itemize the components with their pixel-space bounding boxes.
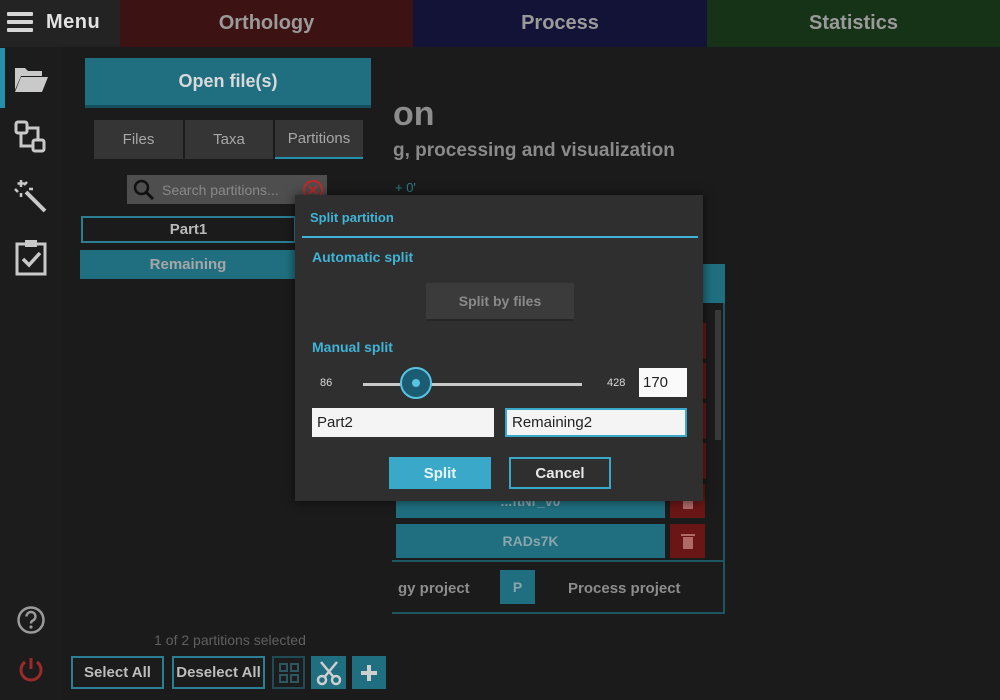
slider-max-label: 428 bbox=[607, 377, 626, 389]
project-row[interactable]: RADs7K bbox=[396, 524, 665, 558]
rail-open-folder-button[interactable] bbox=[0, 50, 62, 108]
split-button[interactable]: Split bbox=[389, 457, 491, 489]
main-subtitle: g, processing and visualization bbox=[393, 140, 675, 161]
row-delete-edge bbox=[703, 403, 706, 439]
projects-panel-header bbox=[702, 264, 725, 303]
tab-orthology[interactable]: Orthology bbox=[120, 0, 413, 47]
rail-statistics-button[interactable] bbox=[0, 228, 62, 286]
split-partition-dialog: Split partition Automatic split Split by… bbox=[295, 195, 703, 501]
partition-item[interactable]: Remaining bbox=[80, 250, 296, 279]
tab-statistics[interactable]: Statistics bbox=[707, 0, 1000, 47]
rail-process-button[interactable] bbox=[0, 168, 62, 226]
subtab-files[interactable]: Files bbox=[94, 120, 183, 159]
row-delete-edge bbox=[703, 443, 706, 479]
split-by-files-button[interactable]: Split by files bbox=[426, 283, 574, 321]
process-project-badge[interactable]: P bbox=[500, 570, 535, 604]
hamburger-icon bbox=[7, 12, 33, 32]
split-position-slider[interactable] bbox=[363, 383, 582, 386]
main-counter: + 0' bbox=[395, 180, 416, 195]
add-partition-button[interactable] bbox=[352, 656, 386, 689]
delete-project-button[interactable] bbox=[670, 524, 705, 558]
rail-power-button[interactable] bbox=[0, 641, 62, 699]
select-all-button[interactable]: Select All bbox=[71, 656, 164, 689]
power-icon bbox=[19, 658, 43, 682]
partition-search-input[interactable] bbox=[162, 175, 290, 204]
remaining-partition-name-field[interactable] bbox=[505, 408, 687, 437]
subtab-partitions[interactable]: Partitions bbox=[275, 120, 363, 159]
menu-label: Menu bbox=[46, 11, 101, 33]
split-partition-button[interactable] bbox=[311, 656, 346, 689]
folder-open-icon bbox=[15, 68, 48, 92]
subtab-taxa[interactable]: Taxa bbox=[185, 120, 273, 159]
deselect-all-button[interactable]: Deselect All bbox=[172, 656, 265, 689]
split-position-input[interactable] bbox=[639, 368, 687, 397]
clipboard-check-icon bbox=[15, 240, 47, 276]
menu-button[interactable]: Menu bbox=[0, 0, 120, 47]
tab-process[interactable]: Process bbox=[413, 0, 707, 47]
grid-icon bbox=[278, 662, 299, 683]
selection-status: 1 of 2 partitions selected bbox=[154, 632, 306, 648]
manual-split-heading: Manual split bbox=[312, 339, 393, 355]
process-project-label[interactable]: Process project bbox=[568, 580, 681, 597]
orthology-project-label[interactable]: gy project bbox=[398, 580, 470, 597]
plus-icon bbox=[361, 664, 377, 681]
main-title: on bbox=[393, 95, 435, 133]
projects-scrollbar[interactable] bbox=[715, 310, 721, 440]
automatic-split-heading: Automatic split bbox=[312, 249, 414, 265]
scissors-icon bbox=[316, 660, 341, 685]
open-files-button[interactable]: Open file(s) bbox=[85, 58, 371, 108]
row-delete-edge bbox=[703, 363, 706, 399]
magic-wand-icon bbox=[14, 180, 47, 213]
row-delete-edge bbox=[703, 323, 706, 359]
trash-icon bbox=[680, 534, 695, 549]
new-partition-name-field[interactable] bbox=[312, 408, 494, 437]
rail-orthology-button[interactable] bbox=[0, 108, 62, 166]
partition-item[interactable]: Part1 bbox=[81, 216, 296, 243]
dialog-title: Split partition bbox=[310, 210, 394, 225]
help-icon bbox=[17, 606, 45, 634]
orthology-graph-icon bbox=[14, 120, 46, 153]
projects-divider bbox=[392, 560, 725, 562]
dialog-title-underline bbox=[302, 236, 698, 238]
slider-min-label: 86 bbox=[320, 377, 333, 389]
cancel-button[interactable]: Cancel bbox=[509, 457, 611, 489]
merge-partitions-button[interactable] bbox=[272, 656, 305, 689]
search-icon bbox=[133, 179, 155, 201]
slider-handle[interactable] bbox=[400, 367, 432, 399]
